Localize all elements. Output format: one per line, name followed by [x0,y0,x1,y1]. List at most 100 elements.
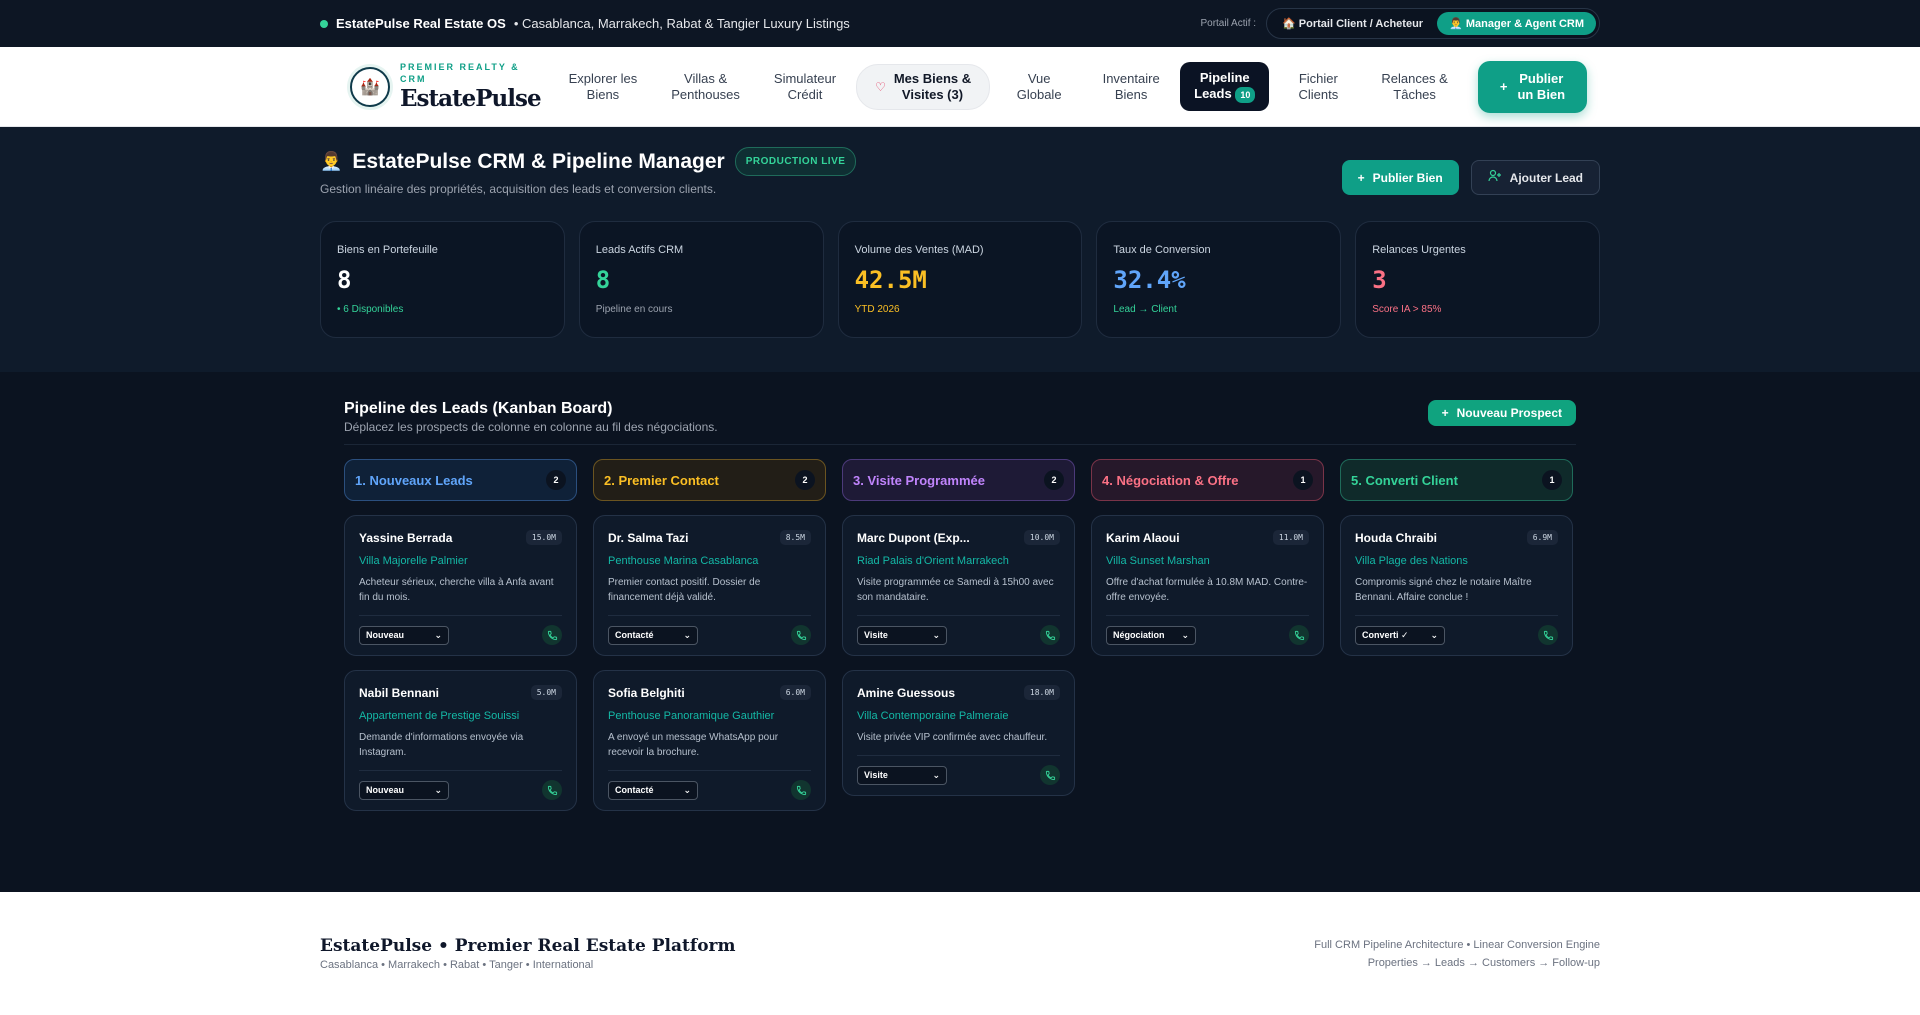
phone-icon[interactable] [1289,625,1309,645]
manager-icon: 👨‍💼 [320,151,343,171]
lead-card[interactable]: Amine Guessous 18.0M Villa Contemporaine… [842,670,1075,796]
column-count: 2 [795,470,815,490]
new-prospect-label: Nouveau Prospect [1456,406,1562,420]
lead-name: Houda Chraibi [1355,530,1438,545]
kpi-sub: YTD 2026 [854,304,900,315]
lead-property[interactable]: Penthouse Marina Casablanca [608,555,811,567]
nav-label: Leads [1194,86,1232,101]
phone-icon[interactable] [1538,625,1558,645]
kpi-label: Leads Actifs CRM [595,244,684,256]
nav-item-fichier-clients[interactable]: Fichier Clients [1275,63,1361,111]
lead-card[interactable]: Houda Chraibi 6.9M Villa Plage des Natio… [1340,515,1573,656]
nav-item-mes-biens[interactable]: ♡ Mes Biens & Visites (3) [856,63,991,110]
lead-name: Marc Dupont (Exp... [857,530,970,545]
status-select[interactable]: Nouveau ⌄ [359,625,449,645]
status-select[interactable]: Visite ⌄ [857,765,947,785]
column-count: 2 [546,470,566,490]
status-value: Contacté [615,785,654,795]
nav-item-simulateur[interactable]: Simulateur Crédit [760,63,850,111]
lead-name: Nabil Bennani [359,685,440,700]
lead-note: Visite privée VIP confirmée avec chauffe… [857,732,1048,743]
portal-switch: 🏠 Portail Client / Acheteur 👨‍💼 Manager … [1266,8,1600,39]
brand-subtitle: PREMIER REALTY & CRM [400,62,520,84]
nav-label: Clients [1298,86,1339,102]
portal-client-button[interactable]: 🏠 Portail Client / Acheteur [1270,12,1435,35]
status-select[interactable]: Contacté ⌄ [608,625,698,645]
lead-property[interactable]: Villa Majorelle Palmier [359,555,562,567]
lead-card[interactable]: Nabil Bennani 5.0M Appartement de Presti… [344,670,577,811]
kpi-value: 8 [595,266,611,294]
kpi-value: 3 [1372,266,1387,294]
nav-label: Explorer les [568,70,638,86]
nav-item-explorer[interactable]: Explorer les Biens [555,63,652,111]
column-count: 2 [1044,470,1064,490]
nav-items: Explorer les Biens Villas & Penthouses Sim… [555,60,1588,113]
add-lead-button[interactable]: Ajouter Lead [1470,160,1600,195]
lead-property[interactable]: Appartement de Prestige Souissi [359,710,562,722]
lead-card[interactable]: Karim Alaoui 11.0M Villa Sunset Marshan … [1091,515,1324,656]
status-badge: PRODUCTION LIVE [734,147,857,176]
nav-label: Mes Biens & [893,70,972,86]
phone-icon[interactable] [1040,765,1060,785]
column-count: 1 [1293,470,1313,490]
kpi-label: Biens en Portefeuille [337,244,438,256]
phone-icon[interactable] [791,780,811,800]
publish-property-button[interactable]: + Publier un Bien [1477,60,1588,113]
kpi-card: Volume des Ventes (MAD) 42.5M YTD 2026 [837,221,1083,338]
nav-label: Fichier [1298,70,1338,86]
page-subtitle: Gestion linéaire des propriétés, acquisi… [320,182,717,196]
heart-icon: ♡ [875,79,886,94]
lead-property[interactable]: Villa Contemporaine Palmeraie [857,710,1060,722]
kanban-column: 2. Premier Contact 2 Dr. Salma Tazi 8.5M … [593,459,826,811]
lead-card[interactable]: Marc Dupont (Exp... 10.0M Riad Palais d'… [842,515,1075,656]
nav-label: Relances & [1381,70,1448,86]
nav-label: Vue [1027,70,1051,86]
lead-property[interactable]: Villa Plage des Nations [1355,555,1558,567]
phone-icon[interactable] [542,780,562,800]
nav-label: Penthouses [671,86,740,102]
portal-selector: Portail Actif : 🏠 Portail Client / Achet… [1200,8,1600,39]
kpi-value: 32.4% [1113,266,1186,294]
status-select[interactable]: Contacté ⌄ [608,780,698,800]
kpi-card: Biens en Portefeuille 8 • 6 Disponibles [320,221,565,338]
main-nav: 🏰 PREMIER REALTY & CRM EstatePulse Explo… [0,47,1920,127]
plus-icon: + [1441,406,1449,420]
lead-card[interactable]: Yassine Berrada 15.0M Villa Majorelle Pa… [344,515,577,656]
portal-label: Portail Actif : [1200,18,1257,29]
nav-item-pipeline[interactable]: Pipeline Leads 10 [1180,62,1270,111]
footer: EstatePulse • Premier Real Estate Platfo… [0,892,1920,1015]
phone-icon[interactable] [791,625,811,645]
column-title: 2. Premier Contact [604,472,719,488]
lead-card[interactable]: Sofia Belghiti 6.0M Penthouse Panoramiqu… [593,670,826,811]
brand-name: EstatePulse [400,85,542,112]
lead-name: Dr. Salma Tazi [608,530,689,545]
phone-icon[interactable] [1040,625,1060,645]
lead-property[interactable]: Riad Palais d'Orient Marrakech [857,555,1060,567]
nav-item-inventaire[interactable]: Inventaire Biens [1088,63,1174,111]
chevron-down-icon: ⌄ [683,784,691,795]
status-value: Nouveau [366,630,405,640]
publish-bien-button[interactable]: + Publier Bien [1341,160,1459,195]
nav-label: Visites (3) [901,86,964,102]
status-select[interactable]: Visite ⌄ [857,625,947,645]
column-title: 1. Nouveaux Leads [355,472,473,488]
nav-item-villas[interactable]: Villas & Penthouses [657,63,754,111]
cta-label: un Bien [1517,86,1566,102]
lead-property[interactable]: Penthouse Panoramique Gauthier [608,710,811,722]
portal-manager-button[interactable]: 👨‍💼 Manager & Agent CRM [1437,12,1596,35]
kanban-columns: 1. Nouveaux Leads 2 Yassine Berrada 15.0M… [344,459,1576,811]
lead-card[interactable]: Dr. Salma Tazi 8.5M Penthouse Marina Cas… [593,515,826,656]
status-select[interactable]: Converti ✓ ⌄ [1355,625,1445,645]
status-select[interactable]: Négociation ⌄ [1106,625,1196,645]
new-prospect-button[interactable]: + Nouveau Prospect [1427,400,1576,426]
brand-logo[interactable]: 🏰 PREMIER REALTY & CRM EstatePulse [350,61,542,112]
lead-note: A envoyé un message WhatsApp pour recevo… [608,732,779,758]
nav-item-vue-globale[interactable]: Vue Globale [996,63,1082,111]
footer-cities: Casablanca • Marrakech • Rabat • Tanger … [320,959,594,971]
kpi-sub: Lead → Client [1113,304,1177,315]
status-select[interactable]: Nouveau ⌄ [359,780,449,800]
lead-name: Sofia Belghiti [608,685,685,700]
nav-item-relances[interactable]: Relances & Tâches [1367,63,1461,111]
lead-property[interactable]: Villa Sunset Marshan [1106,555,1309,567]
phone-icon[interactable] [542,625,562,645]
